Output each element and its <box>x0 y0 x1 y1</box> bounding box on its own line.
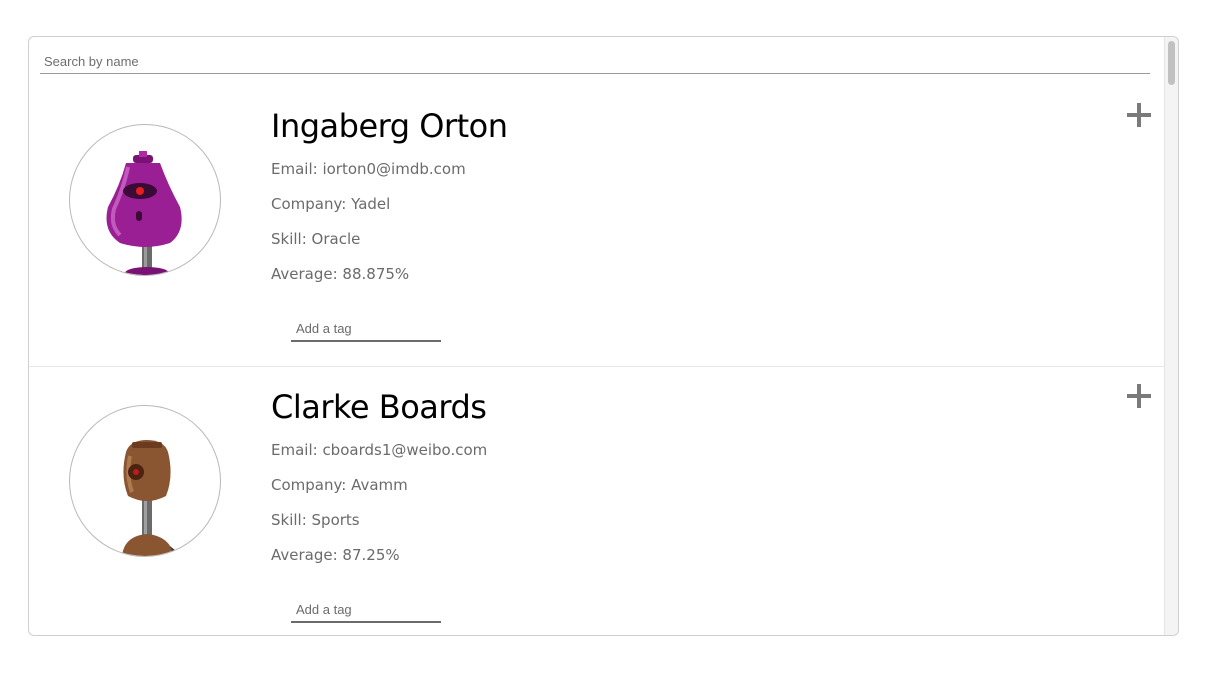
search-field <box>40 51 1150 74</box>
student-list: Ingaberg Orton Email: iorton0@imdb.com C… <box>29 86 1164 635</box>
student-name: Ingaberg Orton <box>271 107 508 145</box>
student-info: Ingaberg Orton Email: iorton0@imdb.com C… <box>271 106 508 292</box>
student-skill: Skill: Sports <box>271 511 360 529</box>
add-tag-input[interactable] <box>291 318 441 338</box>
plus-icon-vertical <box>1137 103 1141 127</box>
expand-button[interactable] <box>1126 383 1152 409</box>
students-panel: Ingaberg Orton Email: iorton0@imdb.com C… <box>28 36 1179 636</box>
expand-button[interactable] <box>1126 102 1152 128</box>
robot-avatar-icon <box>122 440 182 556</box>
student-email: Email: iorton0@imdb.com <box>271 160 466 178</box>
student-skill: Skill: Oracle <box>271 230 361 248</box>
scrollbar[interactable] <box>1164 37 1178 635</box>
avatar <box>69 124 221 276</box>
add-tag-input[interactable] <box>291 599 441 619</box>
avatar <box>69 405 221 557</box>
student-card: Ingaberg Orton Email: iorton0@imdb.com C… <box>29 86 1164 367</box>
robot-avatar-icon <box>106 151 182 275</box>
search-input[interactable] <box>40 51 1150 71</box>
student-details: Email: iorton0@imdb.com Company: Yadel S… <box>271 152 507 292</box>
student-average: Average: 87.25% <box>271 546 400 564</box>
student-info: Clarke Boards Email: cboards1@weibo.com … <box>271 387 487 573</box>
scroll-thumb[interactable] <box>1168 41 1175 85</box>
student-card: Clarke Boards Email: cboards1@weibo.com … <box>29 367 1164 635</box>
student-details: Email: cboards1@weibo.com Company: Avamm… <box>271 433 487 573</box>
student-email: Email: cboards1@weibo.com <box>271 441 488 459</box>
student-name: Clarke Boards <box>271 388 487 426</box>
student-average: Average: 88.875% <box>271 265 410 283</box>
tag-field <box>291 318 441 342</box>
tag-field <box>291 599 441 623</box>
student-company: Company: Yadel <box>271 195 391 213</box>
student-company: Company: Avamm <box>271 476 408 494</box>
plus-icon-vertical <box>1137 384 1141 408</box>
